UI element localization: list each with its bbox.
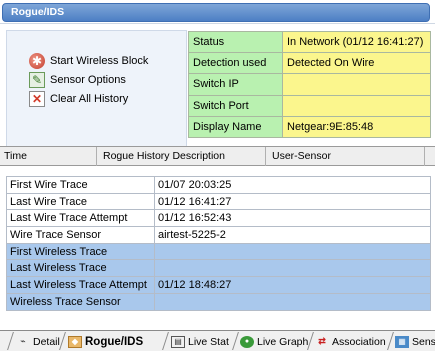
clear-all-history-label: Clear All History (50, 93, 129, 105)
status-row: Display Name Netgear:9E:85:48 (188, 115, 431, 138)
tab-separator (232, 332, 239, 350)
wireless-trace-row: Wireless Trace Sensor (6, 292, 431, 311)
column-time[interactable]: Time (4, 150, 27, 162)
trace-row: First Wire Trace 01/07 20:03:25 (6, 176, 431, 194)
column-user-sensor[interactable]: User-Sensor (272, 150, 331, 162)
trace-value (154, 292, 431, 311)
detection-used-key: Detection used (188, 52, 283, 75)
tab-separator (162, 332, 169, 350)
detail-icon: ⌁ (20, 336, 26, 346)
clear-all-history-button[interactable]: ✕ Clear All History (29, 91, 128, 107)
trace-key: Last Wireless Trace (6, 259, 155, 278)
history-header: Time Rogue History Description User-Sens… (0, 146, 435, 166)
live-graph-icon: ● (240, 335, 254, 348)
status-key: Status (188, 30, 283, 54)
trace-key: Last Wireless Trace Attempt (6, 276, 155, 294)
window-title: Rogue/IDS (11, 6, 65, 18)
tab-rogue-ids-label: Rogue/IDS (85, 335, 144, 348)
start-wireless-block-label: Start Wireless Block (50, 55, 149, 67)
tab-live-stat-label: Live Stat (188, 335, 229, 348)
wireless-trace-row: Last Wireless Trace Attempt 01/12 18:48:… (6, 276, 431, 294)
trace-key: Last Wire Trace (6, 192, 155, 211)
clear-history-icon: ✕ (29, 91, 45, 107)
wireless-trace-row: First Wireless Trace (6, 242, 431, 261)
tab-association[interactable]: ⇄ Association (315, 333, 386, 350)
trace-value: 01/12 18:48:27 (154, 276, 431, 294)
trace-key: Wire Trace Sensor (6, 226, 155, 244)
switch-ip-value (282, 73, 431, 96)
title-pill: Rogue/IDS (2, 3, 430, 22)
trace-key: Wireless Trace Sensor (6, 292, 155, 311)
column-rogue-history-description[interactable]: Rogue History Description (103, 150, 225, 162)
status-row: Status In Network (01/12 16:41:27) (188, 30, 431, 54)
status-row: Switch IP (188, 73, 431, 96)
column-divider[interactable] (424, 147, 425, 166)
column-divider[interactable] (265, 147, 266, 166)
trace-row: Last Wire Trace Attempt 01/12 16:52:43 (6, 209, 431, 228)
wireless-trace-row: Last Wireless Trace (6, 259, 431, 278)
tab-detail[interactable]: ⌁ Detail (16, 333, 60, 350)
association-icon: ⇄ (318, 336, 326, 346)
switch-port-value (282, 94, 431, 117)
display-name-value: Netgear:9E:85:48 (282, 115, 431, 138)
trace-value: airtest-5225-2 (154, 226, 431, 244)
trace-value: 01/12 16:52:43 (154, 209, 431, 228)
sensor-options-icon: ✎ (29, 72, 45, 88)
rogue-ids-icon: ◆ (68, 335, 82, 348)
tab-live-stat[interactable]: ▤ Live Stat (171, 333, 229, 350)
trace-key: First Wire Trace (6, 176, 155, 194)
detection-used-value: Detected On Wire (282, 52, 431, 75)
trace-value: 01/12 16:41:27 (154, 192, 431, 211)
tab-separator (387, 332, 394, 350)
tab-detail-label: Detail (33, 335, 60, 348)
status-row: Detection used Detected On Wire (188, 52, 431, 75)
tab-separator (59, 332, 66, 350)
start-wireless-block-button[interactable]: ✱ Start Wireless Block (29, 53, 148, 69)
sensor-options-button[interactable]: ✎ Sensor Options (29, 72, 126, 88)
sensor-options-label: Sensor Options (50, 74, 126, 86)
tab-separator (7, 332, 14, 350)
display-name-key: Display Name (188, 115, 283, 138)
trace-key: Last Wire Trace Attempt (6, 209, 155, 228)
trace-row: Wire Trace Sensor airtest-5225-2 (6, 226, 431, 244)
tab-live-graph[interactable]: ● Live Graph (240, 333, 308, 350)
status-row: Switch Port (188, 94, 431, 117)
status-table: Status In Network (01/12 16:41:27) Detec… (188, 30, 431, 138)
trace-value (154, 242, 431, 261)
status-value: In Network (01/12 16:41:27) (282, 30, 431, 54)
column-divider[interactable] (96, 147, 97, 166)
live-stat-icon: ▤ (171, 335, 185, 348)
bottom-tab-bar: ⌁ Detail ◆ Rogue/IDS ▤ Live Stat ● Live … (0, 330, 435, 351)
tab-sensor[interactable]: ▦ Sensor (395, 333, 435, 350)
tab-association-label: Association (332, 335, 386, 348)
trace-value: 01/07 20:03:25 (154, 176, 431, 194)
sensor-icon: ▦ (395, 335, 409, 348)
title-bar: Rogue/IDS (0, 0, 435, 24)
trace-table: First Wire Trace 01/07 20:03:25 Last Wir… (6, 176, 431, 311)
tab-rogue-ids[interactable]: ◆ Rogue/IDS (68, 333, 143, 350)
switch-ip-key: Switch IP (188, 73, 283, 96)
trace-value (154, 259, 431, 278)
actions-panel: ✱ Start Wireless Block ✎ Sensor Options … (6, 30, 187, 147)
wireless-block-icon: ✱ (29, 53, 45, 69)
trace-key: First Wireless Trace (6, 242, 155, 261)
trace-row: Last Wire Trace 01/12 16:41:27 (6, 192, 431, 211)
switch-port-key: Switch Port (188, 94, 283, 117)
tab-live-graph-label: Live Graph (257, 335, 309, 348)
tab-sensor-label: Sensor (412, 335, 435, 348)
